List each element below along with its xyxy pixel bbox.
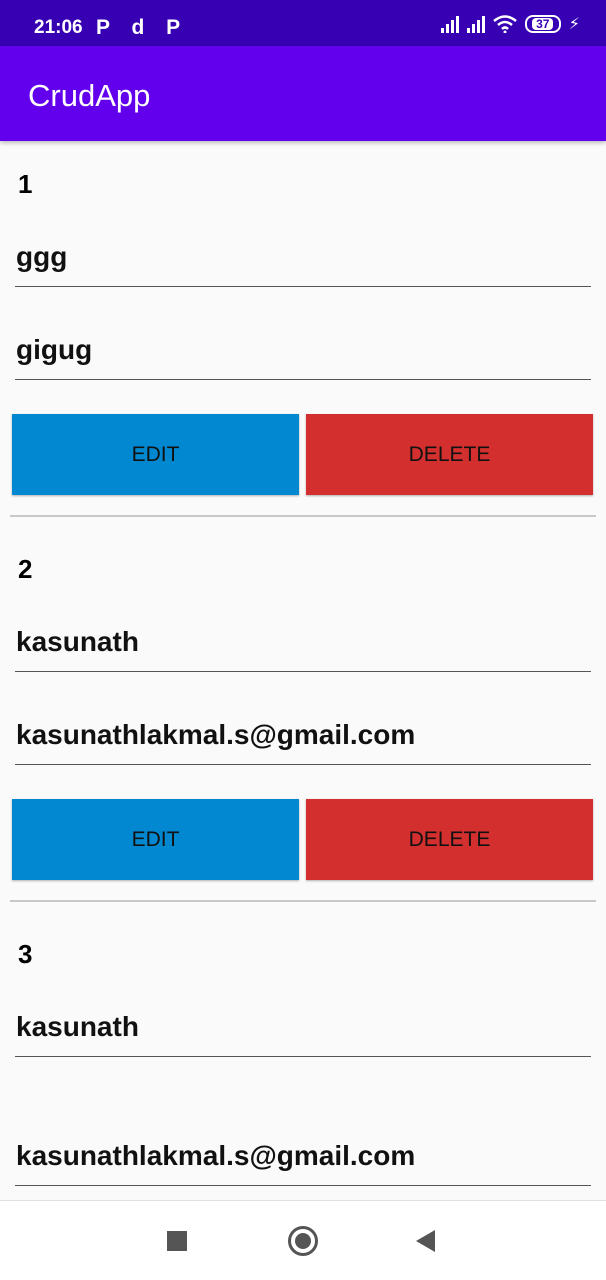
status-indicators: 37 ⚡ [440,14,580,34]
delete-button[interactable]: DELETE [306,414,593,495]
navigation-bar [0,1200,606,1280]
email-field[interactable]: gigug [15,330,591,380]
name-field[interactable]: kasunath [15,622,591,672]
signal-icon [440,15,459,33]
edit-button[interactable]: EDIT [12,414,299,495]
app-bar: CrudApp [0,46,606,141]
back-icon[interactable] [416,1230,435,1252]
signal-icon-2 [466,15,485,33]
notification-icons: P d P [96,16,189,39]
email-field[interactable]: kasunathlakmal.s@gmail.com [15,1136,591,1186]
edit-button[interactable]: EDIT [12,799,299,880]
divider [10,900,596,902]
name-field[interactable]: ggg [15,237,591,287]
record-id: 3 [18,939,33,969]
app-title: CrudApp [28,78,151,113]
battery-level: 37 [532,18,554,30]
wifi-icon [492,15,517,33]
divider [10,515,596,517]
email-field[interactable]: kasunathlakmal.s@gmail.com [15,715,591,765]
action-buttons: EDIT DELETE [0,414,606,495]
recent-apps-icon[interactable] [167,1231,187,1251]
record-id: 1 [18,169,33,199]
delete-button[interactable]: DELETE [306,799,593,880]
action-buttons: EDIT DELETE [0,799,606,880]
charging-icon: ⚡ [568,16,580,33]
name-field[interactable]: kasunath [15,1007,591,1057]
home-icon[interactable] [288,1226,318,1256]
status-time: 21:06 [34,17,83,38]
record-id: 2 [18,554,33,584]
records-list[interactable]: 1 ggg gigug EDIT DELETE 2 kasunath kasun… [0,141,606,1200]
battery-icon: 37 [524,15,561,33]
status-bar: 21:06 P d P 37 ⚡ [0,0,606,46]
